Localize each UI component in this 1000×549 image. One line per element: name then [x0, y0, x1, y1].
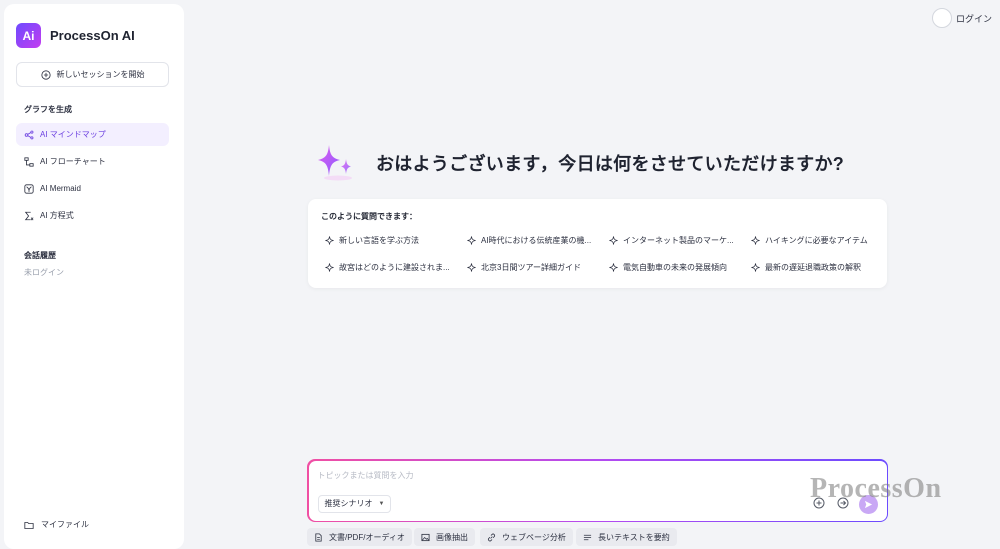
- sparkle-small-icon: [325, 236, 334, 245]
- sparkle-small-icon: [467, 263, 476, 272]
- generate-section-title: グラフを生成: [24, 105, 72, 114]
- link-icon: [488, 533, 495, 541]
- formula-icon: [24, 211, 34, 220]
- sidebar-item-label: AI Mermaid: [40, 184, 81, 193]
- chip-label: 文書/PDF/オーディオ: [329, 532, 405, 542]
- prompt-box-inner: 推奨シナリオ ▼: [308, 460, 887, 521]
- prompt-box: 推奨シナリオ ▼: [307, 459, 888, 522]
- sparkle-small-icon: [751, 236, 760, 245]
- suggestion-label: 電気自動車の未来の発展傾向: [623, 263, 727, 272]
- sidebar-item-label: AI 方程式: [40, 211, 74, 220]
- chip-document[interactable]: 文書/PDF/オーディオ: [307, 528, 412, 546]
- sparkle-small-icon: [467, 236, 476, 245]
- avatar: [931, 8, 952, 28]
- chip-label: ウェブページ分析: [502, 532, 566, 542]
- suggestion-item[interactable]: 北京3日間ツアー詳細ガイド: [467, 262, 602, 273]
- sidebar-item-formula[interactable]: AI 方程式: [16, 204, 169, 227]
- suggestion-item[interactable]: インターネット製品のマーケ...: [609, 235, 744, 246]
- mindmap-icon: [24, 130, 34, 139]
- scenario-dropdown[interactable]: 推奨シナリオ ▼: [317, 494, 392, 513]
- chip-label: 長いテキストを要約: [598, 532, 670, 542]
- suggestion-item[interactable]: 電気自動車の未来の発展傾向: [609, 262, 744, 273]
- scenario-label: 推奨シナリオ: [324, 499, 373, 508]
- suggestion-item[interactable]: ハイキングに必要なアイテム: [751, 235, 886, 246]
- my-files-label: マイファイル: [41, 520, 89, 529]
- suggestion-label: ハイキングに必要なアイテム: [765, 236, 868, 245]
- history-status: 未ログイン: [24, 268, 64, 277]
- suggestion-label: 北京3日間ツアー詳細ガイド: [481, 263, 581, 272]
- sparkle-small-icon: [609, 236, 618, 245]
- sidebar-item-label: AI フローチャート: [40, 157, 106, 166]
- app-name: ProcessOn AI: [50, 28, 135, 43]
- caret-down-icon: ▼: [378, 500, 385, 507]
- suggestion-item[interactable]: AI時代における伝統産業の機...: [467, 235, 602, 246]
- logo-mark: Ai: [16, 23, 41, 48]
- suggestion-item[interactable]: 新しい言語を学ぶ方法: [325, 235, 460, 246]
- text-lines-icon: [583, 534, 592, 540]
- prompt-input[interactable]: [317, 468, 798, 483]
- app-logo[interactable]: Ai ProcessOn AI: [16, 23, 135, 48]
- folder-icon: [24, 521, 34, 529]
- suggestion-label: 新しい言語を学ぶ方法: [339, 236, 419, 245]
- login-label: ログイン: [955, 13, 992, 24]
- new-session-button[interactable]: 新しいセッションを開始: [16, 62, 169, 87]
- suggestion-item[interactable]: 最新の遅延退職政策の解釈: [751, 262, 886, 273]
- login-button[interactable]: ログイン: [931, 8, 992, 28]
- suggestion-label: インターネット製品のマーケ...: [623, 236, 734, 245]
- suggestion-label: 最新の遅延退職政策の解釈: [765, 263, 861, 272]
- sidebar-item-label: AI マインドマップ: [40, 130, 106, 139]
- suggestion-label: 故宮はどのように建設されま...: [339, 263, 450, 272]
- suggestion-item[interactable]: 故宮はどのように建設されま...: [325, 262, 460, 273]
- my-files-link[interactable]: マイファイル: [24, 519, 89, 530]
- suggestion-label: AI時代における伝統産業の機...: [481, 236, 592, 245]
- sparkle-icon: [318, 145, 352, 181]
- new-session-label: 新しいセッションを開始: [56, 70, 145, 79]
- greeting-text: おはようございます，今日は何をさせていただけますか?: [376, 154, 845, 174]
- sparkle-small-icon: [325, 263, 334, 272]
- document-icon: [315, 532, 322, 542]
- chip-summarize[interactable]: 長いテキストを要約: [576, 528, 677, 546]
- mermaid-icon: [24, 183, 34, 194]
- sidebar-item-mindmap[interactable]: AI マインドマップ: [16, 123, 169, 146]
- sidebar: Ai ProcessOn AI 新しいセッションを開始 グラフを生成 AI マイ…: [4, 4, 184, 549]
- sidebar-item-mermaid[interactable]: AI Mermaid: [16, 177, 169, 200]
- suggestions-title: このように質問できます：: [321, 212, 417, 221]
- flowchart-icon: [24, 156, 34, 167]
- sidebar-item-flowchart[interactable]: AI フローチャート: [16, 150, 169, 173]
- sparkle-small-icon: [609, 263, 618, 272]
- chip-label: 画像抽出: [436, 532, 468, 542]
- history-section-title: 会話履歴: [24, 251, 56, 260]
- watermark: ProcessOn: [810, 473, 942, 504]
- chip-web-analysis[interactable]: ウェブページ分析: [480, 528, 573, 546]
- chip-image-extract[interactable]: 画像抽出: [414, 528, 475, 546]
- sparkle-small-icon: [751, 263, 760, 272]
- image-icon: [421, 533, 430, 541]
- greeting: おはようございます，今日は何をさせていただけますか?: [316, 143, 844, 183]
- suggestions-card: このように質問できます： 新しい言語を学ぶ方法 AI時代における伝統産業の機..…: [308, 199, 887, 288]
- chat-plus-icon: [40, 69, 51, 80]
